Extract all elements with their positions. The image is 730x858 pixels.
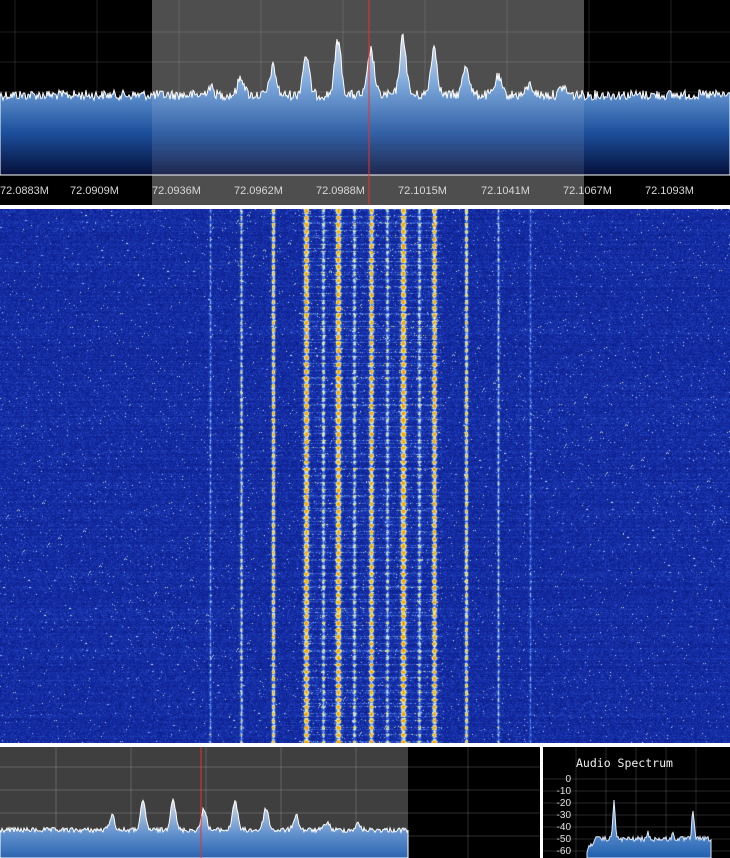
freq-label: 72.1015M: [398, 185, 447, 197]
waterfall-display[interactable]: [0, 209, 730, 743]
audio-spectrum-plot: Audio Spectrum 0 -10 -20 -30 -40 -50 -60: [543, 747, 730, 858]
audio-spectrum-title: Audio Spectrum: [576, 756, 673, 770]
freq-label: 72.0909M: [70, 185, 119, 197]
zoomed-spectrum-plot[interactable]: [0, 747, 540, 858]
db-tick: -50: [557, 834, 572, 845]
freq-label: 72.0936M: [152, 185, 201, 197]
db-tick: -20: [557, 798, 572, 809]
freq-label: 72.1041M: [481, 185, 530, 197]
waterfall-canvas[interactable]: [0, 209, 730, 743]
freq-label: 72.1067M: [563, 185, 612, 197]
zoomed-spectrum-display[interactable]: [0, 747, 540, 858]
db-tick: -60: [557, 846, 572, 857]
audio-db-axis: 0 -10 -20 -30 -40 -50 -60: [557, 774, 572, 857]
db-tick: 0: [565, 774, 571, 785]
audio-spectrum-display[interactable]: Audio Spectrum 0 -10 -20 -30 -40 -50 -60: [543, 747, 730, 858]
db-tick: -10: [557, 786, 572, 797]
db-tick: -30: [557, 810, 572, 821]
spectrum-plot[interactable]: 72.0883M 72.0909M 72.0936M 72.0962M 72.0…: [0, 0, 730, 205]
db-tick: -40: [557, 822, 572, 833]
freq-label: 72.0883M: [0, 185, 49, 197]
freq-label: 72.0988M: [316, 185, 365, 197]
passband-highlight: [152, 0, 584, 205]
freq-label: 72.1093M: [645, 185, 694, 197]
frequency-axis: 72.0883M 72.0909M 72.0936M 72.0962M 72.0…: [0, 185, 694, 197]
freq-label: 72.0962M: [234, 185, 283, 197]
main-spectrum-display[interactable]: 72.0883M 72.0909M 72.0936M 72.0962M 72.0…: [0, 0, 730, 205]
